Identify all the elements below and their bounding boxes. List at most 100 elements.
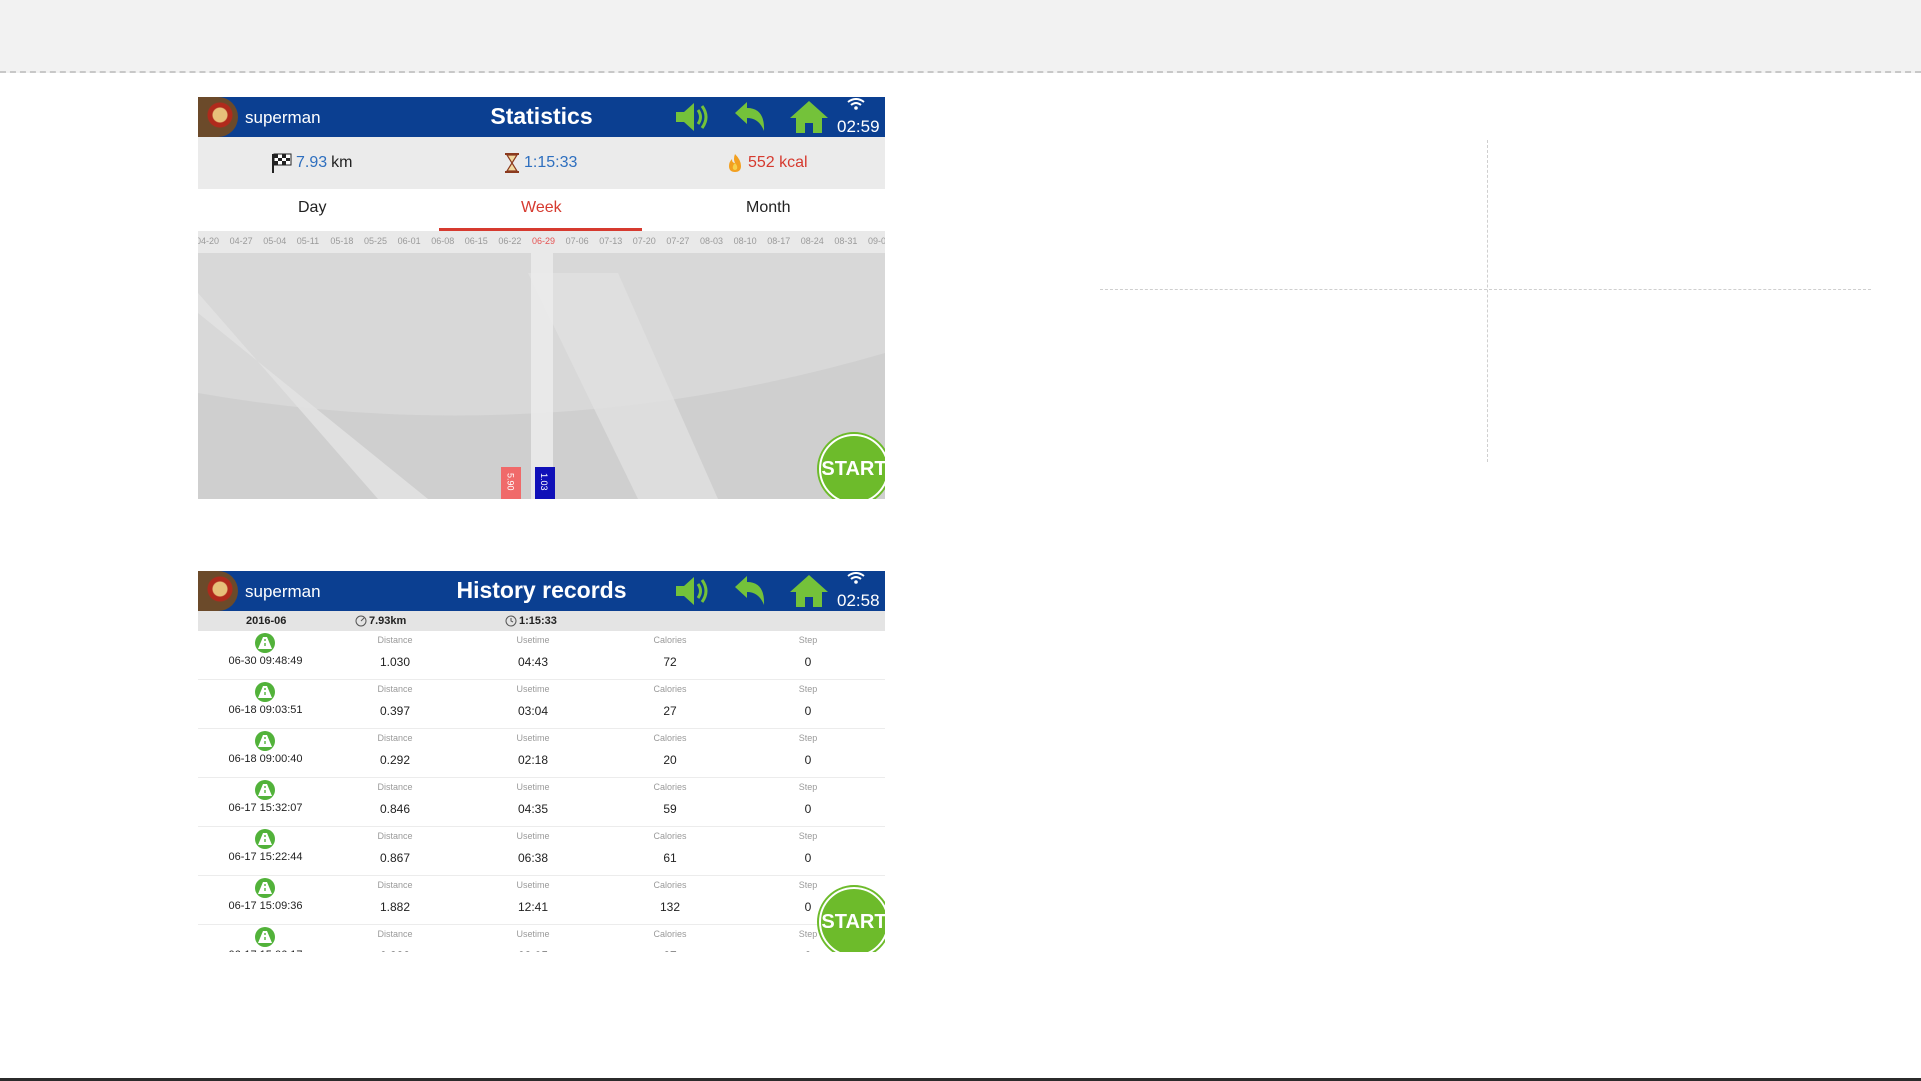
road-icon (255, 878, 275, 898)
record-time: 06-17 15:32:07 (228, 802, 303, 814)
distance-label: Distance (377, 733, 413, 743)
speaker-icon[interactable] (673, 574, 713, 608)
axis-tick-label: 05-04 (263, 236, 287, 246)
clock-time: 02:59 (837, 117, 880, 136)
axis-tick-label: 06-01 (397, 236, 421, 246)
distance-value: 1.882 (379, 900, 411, 914)
distance-value: 0.388 (335, 949, 455, 952)
step-value: 0 (804, 655, 812, 669)
guide-line-vertical (1487, 140, 1488, 462)
step-value: 0 (804, 753, 812, 767)
axis-tick-label: 06-08 (431, 236, 455, 246)
road-icon (255, 633, 275, 653)
distance-value: 0.292 (379, 753, 411, 767)
road-icon (255, 731, 275, 751)
usetime-label: Usetime (516, 831, 550, 841)
usetime-value: 03:04 (517, 704, 549, 718)
axis-tick-label: 08-10 (733, 236, 757, 246)
start-button[interactable]: START (819, 887, 885, 952)
axis-tick-label: 05-25 (364, 236, 388, 246)
history-row[interactable]: 06-17 15:09:36 Distance 1.882 Usetime 12:41 C… (198, 876, 885, 925)
axis-tick-label: 09-07 (868, 236, 885, 246)
axis-tick-label: 04-20 (198, 236, 220, 246)
total-distance: 7.93km (355, 615, 406, 627)
record-time: 06-30 09:48:49 (228, 655, 303, 667)
home-icon[interactable] (789, 574, 829, 608)
start-button[interactable]: START (819, 434, 885, 499)
duration-summary: 1:15:33 (504, 153, 577, 173)
chart-bar[interactable]: 1.03 (535, 467, 555, 499)
usetime-value: 02:18 (517, 753, 549, 767)
tab-week[interactable]: Week (521, 199, 562, 217)
history-list[interactable]: 06-30 09:48:49 Distance 1.030 Usetime 04:43 C… (198, 631, 885, 952)
usetime-label: Usetime (516, 635, 550, 645)
home-icon[interactable] (789, 100, 829, 134)
axis-tick-label: 07-20 (632, 236, 656, 246)
back-arrow-icon[interactable] (731, 100, 771, 134)
distance-label: Distance (377, 684, 413, 694)
calories-label: Calories (653, 929, 687, 939)
chart-background-decoration (198, 253, 885, 499)
step-value: 0 (804, 851, 812, 865)
chart-bar[interactable]: 5.90 (501, 467, 522, 499)
history-header: superman History records 02:58 (198, 571, 885, 611)
history-row[interactable]: 06-17 15:32:07 Distance 0.846 Usetime 04:35 C… (198, 778, 885, 827)
axis-tick-label: 06-29 (532, 236, 556, 246)
axis-tick-label: 08-03 (700, 236, 724, 246)
history-screen: superman History records 02:58 2016-06 7… (198, 571, 885, 952)
distance-value: 0.846 (379, 802, 411, 816)
step-label: Step (798, 635, 818, 645)
clock-time: 02:58 (837, 591, 880, 610)
step-label: Step (798, 782, 818, 792)
back-arrow-icon[interactable] (731, 574, 771, 608)
statistics-header: superman Statistics 02:59 (198, 97, 885, 137)
speaker-icon[interactable] (673, 100, 713, 134)
history-row[interactable]: 06-18 09:00:40 Distance 0.292 Usetime 02:18 C… (198, 729, 885, 778)
tab-month[interactable]: Month (746, 199, 790, 217)
clock-icon (505, 615, 517, 627)
checkered-flag-icon (272, 153, 292, 173)
step-value: 0 (804, 704, 812, 718)
history-row[interactable]: 06-17 15:06:17 Distance 0.388 Usetime 03:05 C… (198, 925, 885, 952)
week-axis[interactable]: 04-20 04-27 05-04 05-11 05-18 05-25 06-01 06-08… (198, 231, 885, 253)
tab-day[interactable]: Day (298, 199, 326, 217)
calories-value: 552 kcal (748, 154, 808, 171)
calories-label: Calories (653, 733, 687, 743)
usetime-label: Usetime (516, 733, 550, 743)
weekly-chart[interactable]: 5.90 1.03 START (198, 253, 885, 499)
calories-label: Calories (653, 782, 687, 792)
guide-line-horizontal (1100, 289, 1871, 290)
usetime-label: Usetime (516, 684, 550, 694)
usetime-label: Usetime (516, 929, 550, 939)
statistics-screen: superman Statistics 02:59 7.93 km 1:15:3… (198, 97, 885, 499)
distance-label: Distance (377, 782, 413, 792)
axis-tick-label: 04-27 (229, 236, 253, 246)
calories-label: Calories (653, 880, 687, 890)
history-row[interactable]: 06-18 09:03:51 Distance 0.397 Usetime 03:04 C… (198, 680, 885, 729)
axis-tick-label: 07-27 (666, 236, 690, 246)
road-icon (255, 927, 275, 947)
distance-label: Distance (377, 880, 413, 890)
history-row[interactable]: 06-30 09:48:49 Distance 1.030 Usetime 04:43 C… (198, 631, 885, 680)
distance-label: Distance (377, 831, 413, 841)
history-row[interactable]: 06-17 15:22:44 Distance 0.867 Usetime 06:38 C… (198, 827, 885, 876)
road-icon (255, 682, 275, 702)
usetime-value: 04:35 (517, 802, 549, 816)
axis-tick-label: 08-17 (767, 236, 791, 246)
usetime-value: 04:43 (517, 655, 549, 669)
duration-value: 1:15:33 (524, 154, 578, 171)
distance-summary: 7.93 km (270, 153, 352, 173)
wifi-icon (847, 572, 865, 584)
step-label: Step (798, 684, 818, 694)
calories-value: 61 (663, 851, 677, 865)
usetime-label: Usetime (516, 782, 550, 792)
record-time: 06-17 15:06:17 (198, 949, 333, 952)
calories-label: Calories (653, 684, 687, 694)
step-label: Step (798, 733, 818, 743)
calories-value: 132 (659, 900, 681, 914)
road-icon (255, 780, 275, 800)
calories-value: 27 (663, 704, 677, 718)
summary-bar: 7.93 km 1:15:33 552 kcal (198, 137, 885, 189)
total-time-value: 1:15:33 (519, 615, 557, 627)
bar-value-label: 1.03 (539, 473, 549, 491)
